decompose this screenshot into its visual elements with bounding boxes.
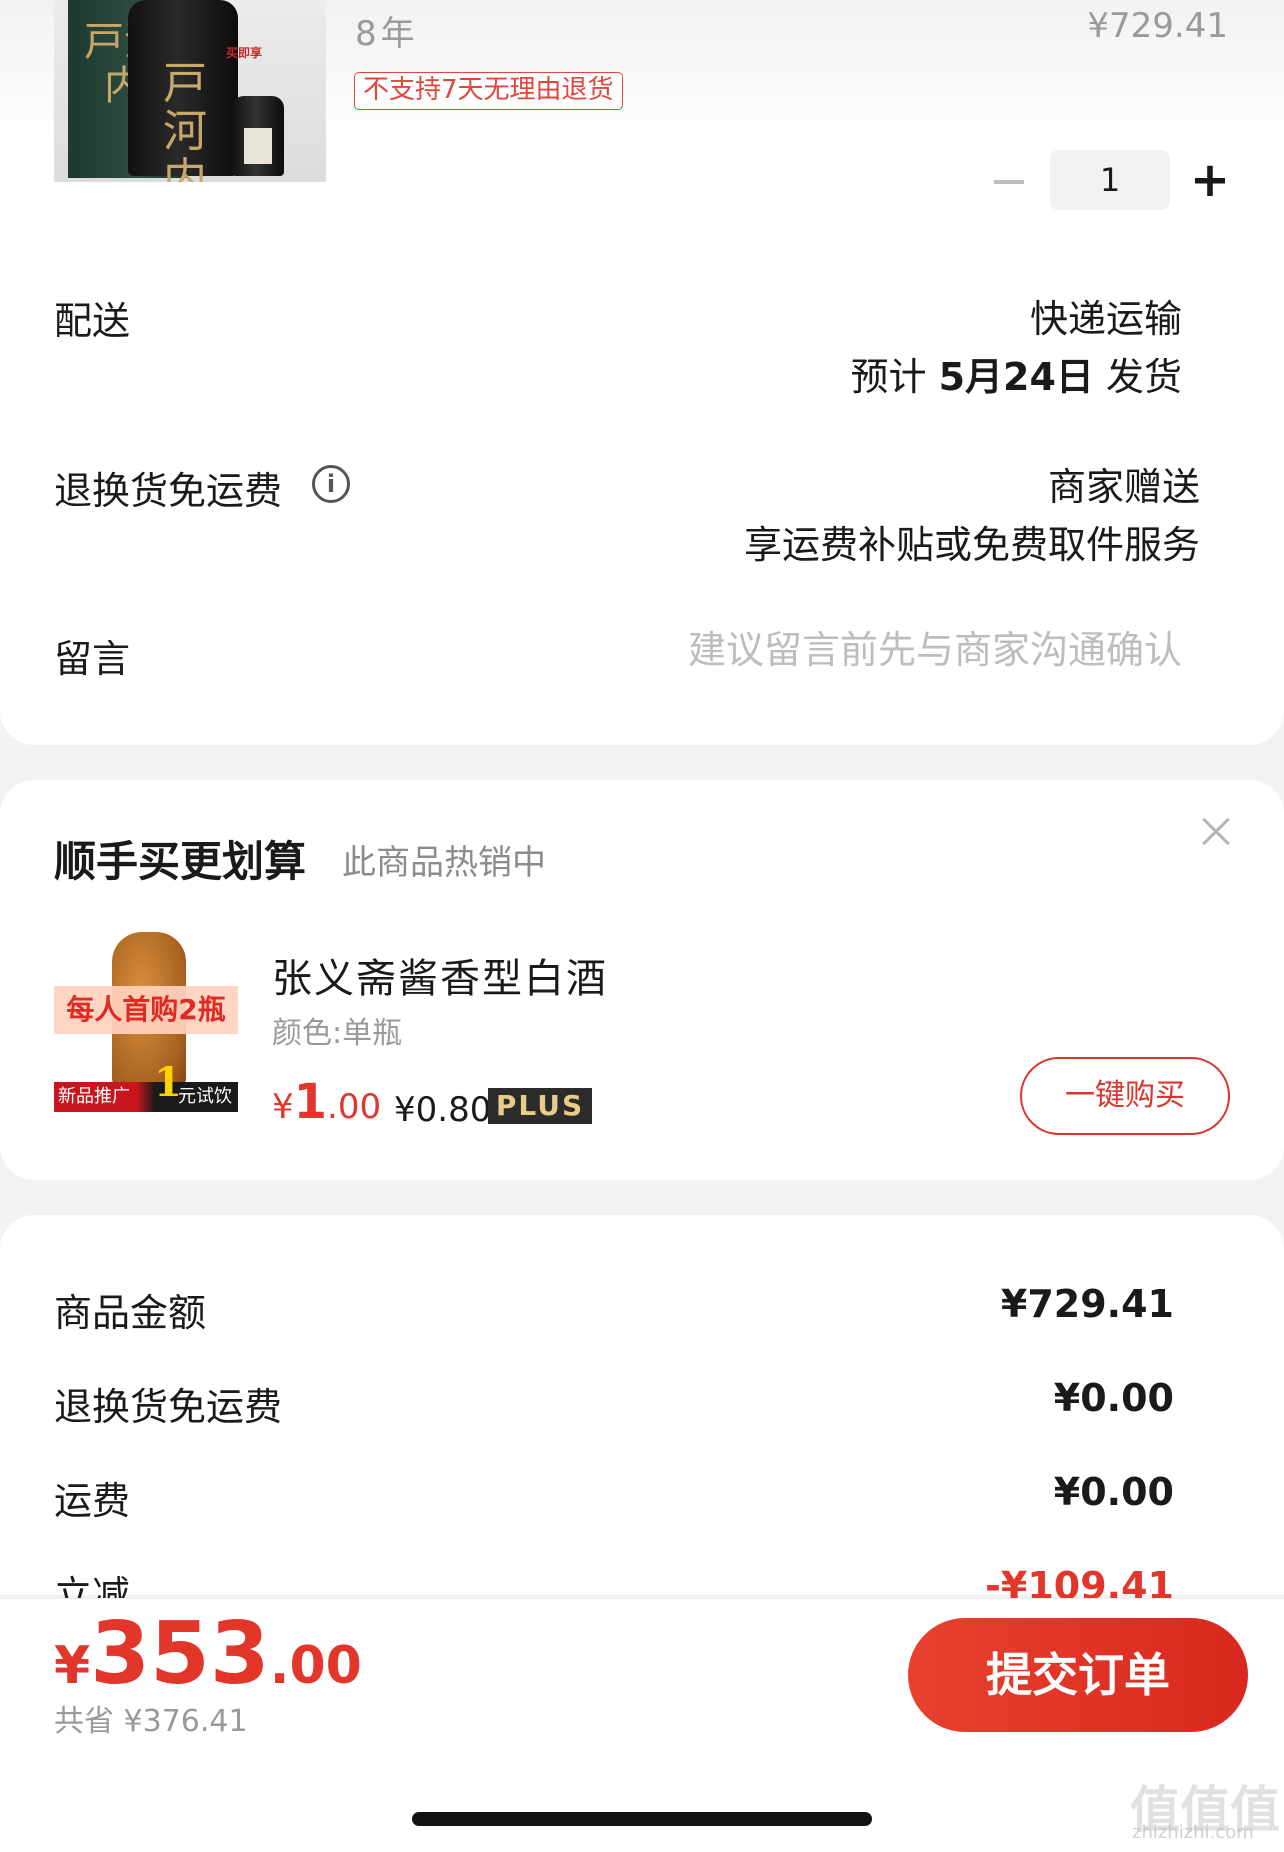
total-price: ¥353.00 [54, 1604, 362, 1704]
upsell-promo-banner: 每人首购2瓶 [54, 986, 238, 1034]
upsell-product-attribute: 颜色:单瓶 [272, 1016, 403, 1051]
promo-strip-right: 元试饮 [178, 1086, 232, 1107]
quantity-decrease-button[interactable] [990, 160, 1032, 204]
upsell-price: ¥1.00 [272, 1074, 381, 1130]
upsell-product-name[interactable]: 张义斋酱香型白酒 [272, 946, 608, 1004]
total-savings[interactable]: 共省 ¥376.41 [54, 1696, 248, 1740]
upsell-price-integer: 1 [293, 1074, 328, 1130]
info-icon[interactable]: i [312, 465, 350, 503]
product-spec: 8年 [355, 14, 419, 54]
upsell-price-decimal: .00 [327, 1087, 382, 1127]
summary-label-return-shipping: 退换货免运费 [54, 1385, 283, 1429]
total-price-decimal: .00 [269, 1636, 362, 1696]
product-image[interactable]: 戸河内 戸河内 买即享 [54, 0, 326, 182]
message-label: 留言 [54, 637, 131, 681]
close-icon[interactable] [1196, 812, 1236, 852]
return-shipping-value: 商家赠送 [1047, 465, 1200, 509]
total-price-currency: ¥ [54, 1636, 91, 1696]
delivery-method[interactable]: 快递运输 [1030, 288, 1182, 343]
delivery-label: 配送 [54, 299, 131, 343]
upsell-subtitle: 此商品热销中 [342, 843, 546, 883]
home-indicator[interactable] [412, 1812, 872, 1826]
return-shipping-label: 退换货免运费 [54, 469, 283, 513]
upsell-product-image[interactable]: 每人首购2瓶 新品推广 1 元试饮 [54, 930, 238, 1114]
summary-value-subtotal: ¥729.41 [1000, 1282, 1174, 1326]
summary-label-shipping: 运费 [54, 1479, 131, 1523]
watermark-url: zhizhizhi.com [1132, 1822, 1254, 1843]
delivery-eta-date: 5月24日 [938, 355, 1094, 399]
product-mini-bottle-graphic [232, 96, 284, 176]
upsell-title: 顺手买更划算 [54, 837, 307, 886]
quantity-increase-button[interactable]: + [1188, 156, 1232, 204]
submit-order-button[interactable]: 提交订单 [908, 1618, 1248, 1732]
summary-value-return-shipping: ¥0.00 [1053, 1376, 1174, 1420]
quantity-input[interactable]: 1 [1050, 150, 1170, 210]
total-price-integer: 353 [90, 1604, 270, 1704]
delivery-eta-suffix: 发货 [1105, 355, 1182, 399]
return-policy-tag: 不支持7天无理由退货 [354, 72, 623, 110]
upsell-plus-price: ¥0.80 [394, 1090, 492, 1130]
return-shipping-detail: 享运费补贴或免费取件服务 [743, 523, 1200, 567]
promo-strip-left: 新品推广 [58, 1086, 130, 1107]
summary-value-shipping: ¥0.00 [1053, 1470, 1174, 1514]
product-gift-tag: 买即享 [226, 46, 263, 60]
plus-badge: PLUS [488, 1088, 592, 1124]
upsell-price-currency: ¥ [272, 1087, 294, 1127]
delivery-eta: 预计 5月24日 发货 [850, 346, 1182, 401]
message-input[interactable] [622, 622, 1182, 678]
upsell-promo-strip: 新品推广 1 元试饮 [54, 1063, 238, 1112]
home-indicator-area [0, 1752, 1284, 1852]
product-bottle-label: 戸河内 [163, 58, 207, 183]
product-price: ¥729.41 [1087, 6, 1228, 46]
one-click-buy-button[interactable]: 一键购买 [1020, 1057, 1230, 1135]
delivery-eta-prefix: 预计 [850, 355, 927, 399]
summary-label-subtotal: 商品金额 [54, 1291, 207, 1335]
